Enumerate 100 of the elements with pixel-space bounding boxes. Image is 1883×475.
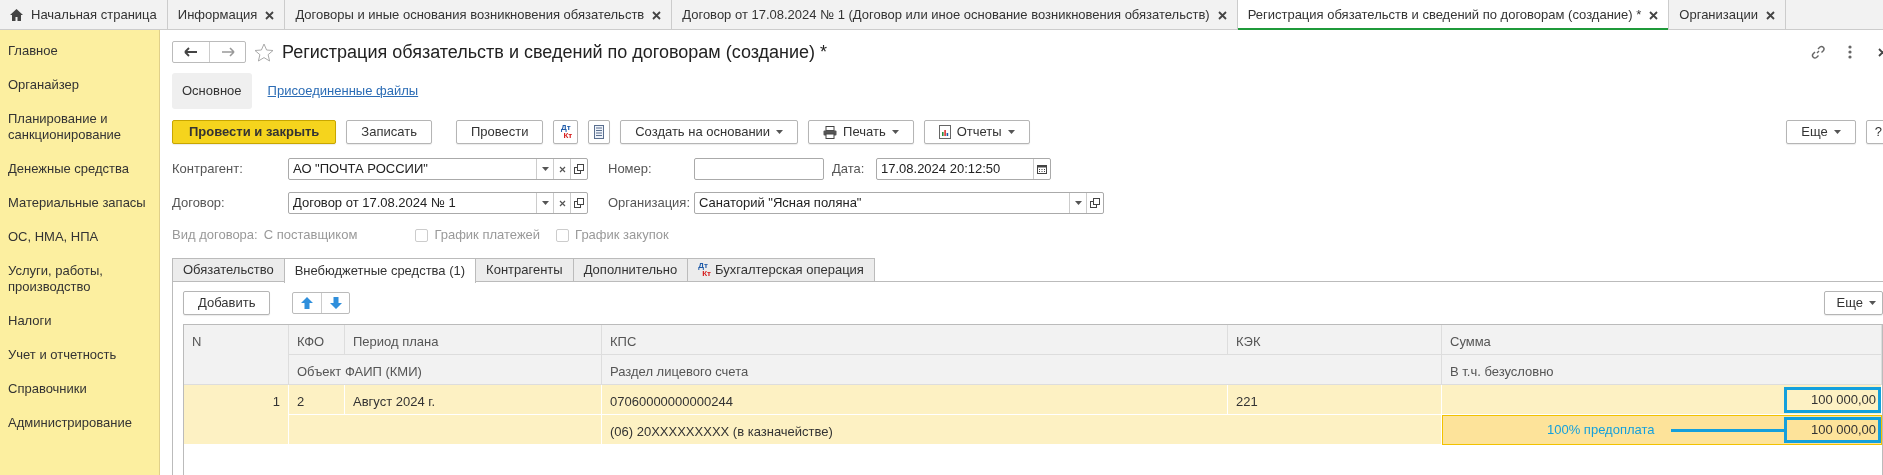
caret-icon xyxy=(541,201,549,205)
open-window-icon xyxy=(1090,198,1100,208)
annotation-text: 100% предоплата xyxy=(1546,421,1655,440)
section-tab[interactable]: Основное xyxy=(172,73,252,109)
help-button[interactable]: ? xyxy=(1865,120,1883,144)
sidebar-item[interactable]: Услуги, работы, производство xyxy=(0,254,159,304)
field-label: Организация: xyxy=(608,194,692,213)
down-arrow-icon[interactable] xyxy=(329,297,342,309)
tab[interactable]: Внебюджетные средства (1) xyxy=(283,258,477,283)
open-window-icon xyxy=(574,164,584,174)
clear-icon xyxy=(558,165,566,173)
calculator-button[interactable] xyxy=(588,120,611,144)
sidebar-item[interactable]: Главное xyxy=(0,34,159,68)
window-tab[interactable]: Организации xyxy=(1669,0,1786,30)
close-icon[interactable] xyxy=(1649,10,1659,20)
column-header: Объект ФАИП (КМИ) xyxy=(289,355,602,385)
input-field[interactable] xyxy=(694,158,824,180)
sidebar-item[interactable]: ОС, НМА, НПА xyxy=(0,220,159,254)
input-field[interactable]: АО "ПОЧТА РОССИИ" xyxy=(288,158,588,180)
field-text[interactable]: Санаторий "Ясная поляна" xyxy=(695,193,1069,213)
window-tab[interactable]: Информация xyxy=(167,0,286,30)
tab[interactable]: Контрагенты xyxy=(475,258,574,281)
column-header: КФО xyxy=(289,325,345,355)
up-arrow-icon[interactable] xyxy=(301,297,314,309)
move-buttons[interactable] xyxy=(292,292,351,314)
debit-credit-icon: Дт Кт xyxy=(698,262,712,278)
column-header: КЭК xyxy=(1228,325,1442,355)
debit-credit-icon: Дт Кт xyxy=(559,124,573,140)
field-text[interactable]: АО "ПОЧТА РОССИИ" xyxy=(289,159,536,179)
field-value: С поставщиком xyxy=(263,226,358,245)
section-link[interactable]: Присоединенные файлы xyxy=(257,73,429,109)
dropdown-button[interactable]: Печать xyxy=(808,120,914,144)
column-header: Раздел лицевого счета xyxy=(602,355,1442,385)
star-icon[interactable] xyxy=(254,42,274,62)
input-field[interactable]: Договор от 17.08.2024 № 1 xyxy=(288,192,588,214)
input-field[interactable]: 17.08.2024 20:12:50 xyxy=(876,158,1051,180)
caret-icon xyxy=(1869,301,1876,305)
table-cell: 2 xyxy=(289,385,345,415)
dropdown-button[interactable]: Отчеты xyxy=(923,120,1030,144)
field-label: Контрагент: xyxy=(172,160,244,179)
more-button[interactable]: Еще xyxy=(1786,120,1856,144)
caret-icon xyxy=(1074,201,1082,205)
field-text[interactable]: 17.08.2024 20:12:50 xyxy=(877,159,1033,179)
close-icon[interactable] xyxy=(652,10,662,20)
tab-label: Организации xyxy=(1679,6,1758,25)
more-icon[interactable] xyxy=(1848,45,1852,59)
sidebar-item[interactable]: Планирование и санкционирование xyxy=(0,102,159,152)
window-tab[interactable]: Договоры и иные основания возникновения обязательств xyxy=(285,0,673,30)
field-label: Дата: xyxy=(832,160,866,179)
window-tab[interactable]: Регистрация обязательств и сведений по договорам (создание) * xyxy=(1237,0,1670,30)
tab-label: Договор от 17.08.2024 № 1 (Договор или иное основание возникновения обязательств) xyxy=(682,6,1210,25)
sidebar-item[interactable]: Органайзер xyxy=(0,68,159,102)
sidebar-item[interactable]: Материальные запасы xyxy=(0,186,159,220)
checkbox-label: График закупок xyxy=(575,226,669,245)
sidebar-item[interactable]: Денежные средства xyxy=(0,152,159,186)
checkbox-label: График платежей xyxy=(434,226,541,245)
more-button[interactable]: Еще xyxy=(1823,291,1883,315)
toolbar-button[interactable]: Записать xyxy=(346,120,432,144)
table-cell: Август 2024 г. xyxy=(345,385,602,415)
dropdown-button[interactable]: Создать на основании xyxy=(620,120,799,144)
toolbar-button[interactable]: Провести xyxy=(455,120,544,144)
post-and-close-button[interactable]: Провести и закрыть xyxy=(172,120,337,144)
window-tab[interactable]: Договор от 17.08.2024 № 1 (Договор или иное основание возникновения обязательств) xyxy=(672,0,1238,30)
tab-label: Регистрация обязательств и сведений по договорам (создание) * xyxy=(1247,6,1642,25)
table-cell: 221 xyxy=(1228,385,1442,415)
amount-text: 100 000,00 xyxy=(1810,391,1876,407)
tab-label: Информация xyxy=(177,6,258,25)
column-header: Период плана xyxy=(345,325,602,355)
navigation-buttons[interactable] xyxy=(172,41,246,63)
sidebar-item[interactable]: Учет и отчетность xyxy=(0,338,159,372)
close-icon[interactable] xyxy=(265,10,275,20)
sidebar-item[interactable]: Налоги xyxy=(0,304,159,338)
add-button[interactable]: Добавить xyxy=(183,291,271,315)
table-cell: 1 xyxy=(184,385,289,445)
home-icon[interactable] xyxy=(10,9,23,21)
calculator-icon xyxy=(594,125,605,139)
link-icon[interactable] xyxy=(1810,44,1826,60)
close-icon[interactable] xyxy=(1217,10,1227,20)
checkbox[interactable] xyxy=(556,228,570,242)
column-header: Сумма xyxy=(1442,325,1882,355)
back-arrow-icon[interactable] xyxy=(184,47,198,57)
clear-icon xyxy=(558,199,566,207)
sidebar-item[interactable]: Администрирование xyxy=(0,406,159,440)
forward-arrow-icon[interactable] xyxy=(220,47,235,57)
checkbox[interactable] xyxy=(415,228,429,242)
tab-label: Начальная страница xyxy=(31,6,157,25)
sidebar-item[interactable]: Справочники xyxy=(0,372,159,406)
field-label: Договор: xyxy=(172,194,226,213)
printer-icon xyxy=(823,125,838,139)
table-cell: 07060000000000244 xyxy=(602,385,1228,415)
debit-credit-button[interactable]: Дт Кт xyxy=(553,120,579,144)
caret-icon xyxy=(1007,130,1015,134)
close-icon[interactable] xyxy=(1765,10,1775,20)
field-text[interactable]: Договор от 17.08.2024 № 1 xyxy=(289,193,536,213)
report-icon xyxy=(938,125,951,139)
tab[interactable]: Дополнительно xyxy=(572,258,689,281)
tab[interactable]: Обязательство xyxy=(172,258,285,281)
calendar-icon xyxy=(1037,164,1047,174)
table-cell: (06) 20XXXXXXXXX (в казначействе) xyxy=(602,415,1442,445)
input-field[interactable]: Санаторий "Ясная поляна" xyxy=(694,192,1104,214)
